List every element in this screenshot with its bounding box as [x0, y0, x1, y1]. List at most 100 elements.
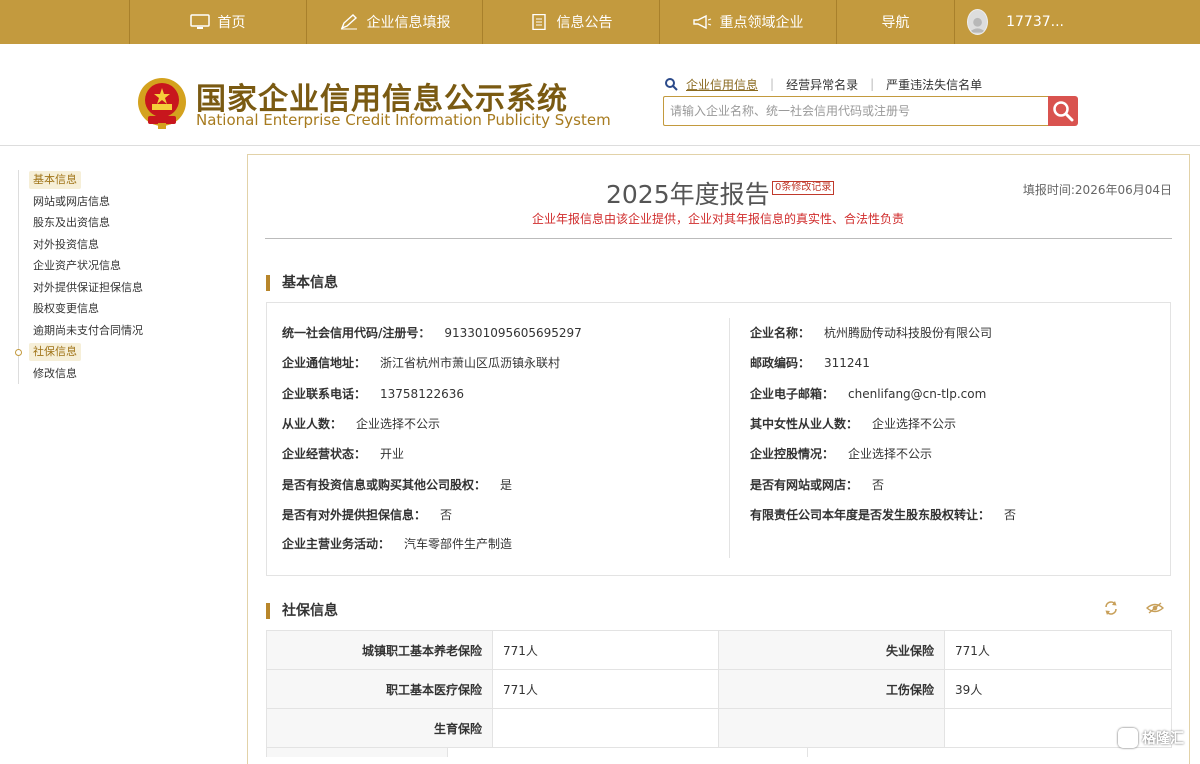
- sidebar-item-modifications[interactable]: 修改信息: [29, 365, 81, 383]
- section-title-social-insurance: 社保信息: [266, 602, 338, 620]
- field-postcode: 邮政编码： 311241: [750, 355, 870, 371]
- filing-time: 填报时间:2026年06月04日: [1022, 183, 1172, 197]
- field-label: 是否有网站或网店：: [750, 478, 859, 492]
- sidebar-item-guarantee[interactable]: 对外提供保证担保信息: [29, 279, 147, 297]
- field-label: 企业主营业务活动：: [282, 537, 391, 551]
- field-value: 杭州腾励传动科技股份有限公司: [824, 326, 993, 340]
- field-address: 企业通信地址： 浙江省杭州市萧山区瓜沥镇永联村: [282, 355, 560, 371]
- field-value: 否: [872, 478, 885, 492]
- top-nav-bar: 首页 企业信息填报 信息公告 重点领域企业 导航 17737...: [0, 0, 1200, 44]
- national-emblem-icon: [136, 76, 188, 130]
- field-has-investment: 是否有投资信息或购买其他公司股权： 是: [282, 477, 512, 493]
- refresh-icon[interactable]: [1100, 598, 1122, 618]
- link-dishonest-list[interactable]: 严重违法失信名单: [886, 76, 982, 93]
- nav-home[interactable]: 首页: [129, 0, 305, 44]
- disclaimer-text: 企业年报信息由该企业提供，企业对其年报信息的真实性、合法性负责: [531, 212, 904, 226]
- sidebar-item-assets[interactable]: 企业资产状况信息: [29, 257, 125, 275]
- sidebar-item-investment[interactable]: 对外投资信息: [29, 236, 103, 254]
- field-female-employees: 其中女性从业人数： 企业选择不公示: [750, 416, 956, 432]
- field-equity-transfer: 有限责任公司本年度是否发生股东股权转让： 否: [750, 507, 1016, 523]
- modify-record-link[interactable]: 0条修改记录: [772, 181, 835, 195]
- field-label: 是否有对外提供担保信息：: [282, 508, 427, 522]
- basic-info-panel: [266, 302, 1171, 576]
- field-main-business: 企业主营业务活动： 汽车零部件生产制造: [282, 536, 512, 552]
- table-cell-value: 39人: [945, 670, 1172, 709]
- field-label: 企业经营状态：: [282, 447, 367, 461]
- nav-guide-label: 导航: [881, 15, 910, 31]
- divider: |: [770, 77, 775, 91]
- nav-notice-label: 信息公告: [556, 15, 613, 31]
- field-value: chenlifang@cn-tlp.com: [848, 387, 987, 401]
- field-label: 其中女性从业人数：: [750, 417, 859, 431]
- site-title-en: National Enterprise Credit Information P…: [196, 111, 611, 129]
- nav-key-enterprise[interactable]: 重点领域企业: [659, 0, 835, 44]
- user-name[interactable]: 17737...: [1006, 14, 1064, 30]
- table-cell-label: 工伤保险: [719, 670, 945, 709]
- divider: [729, 318, 730, 558]
- sidebar-nav: 基本信息 网站或网店信息 股东及出资信息 对外投资信息 企业资产状况信息 对外提…: [15, 170, 168, 384]
- field-label: 有限责任公司本年度是否发生股东股权转让：: [750, 508, 991, 522]
- field-value: 是: [500, 478, 513, 492]
- field-value: 13758122636: [380, 387, 464, 401]
- avatar[interactable]: [967, 9, 989, 35]
- megaphone-icon: [692, 14, 712, 30]
- field-label: 从业人数：: [282, 417, 343, 431]
- section-title-basic-info: 基本信息: [266, 274, 338, 292]
- field-credit-code: 统一社会信用代码/注册号： 913301095605695297: [282, 325, 582, 341]
- sidebar-item-shareholders[interactable]: 股东及出资信息: [29, 214, 114, 232]
- table-cell-label: 职工基本医疗保险: [266, 670, 493, 709]
- field-label: 企业控股情况：: [750, 447, 835, 461]
- field-has-guarantee: 是否有对外提供担保信息： 否: [282, 507, 452, 523]
- field-value: 浙江省杭州市萧山区瓜沥镇永联村: [380, 356, 561, 370]
- field-value: 开业: [380, 447, 405, 461]
- field-value: 企业选择不公示: [356, 417, 441, 431]
- field-value: 否: [440, 508, 453, 522]
- field-value: 311241: [824, 356, 870, 370]
- search-button[interactable]: [1048, 96, 1078, 126]
- nav-notice[interactable]: 信息公告: [482, 0, 658, 44]
- field-holding: 企业控股情况： 企业选择不公示: [750, 446, 932, 462]
- table-cell-value: 771人: [493, 670, 719, 709]
- field-value: 企业选择不公示: [848, 447, 933, 461]
- nav-key-enterprise-label: 重点领域企业: [719, 15, 804, 31]
- table-cell-label: 生育保险: [266, 709, 493, 748]
- field-label: 是否有投资信息或购买其他公司股权：: [282, 478, 487, 492]
- pen-icon: [339, 14, 359, 30]
- field-employees: 从业人数： 企业选择不公示: [282, 416, 440, 432]
- field-company-name: 企业名称： 杭州腾励传动科技股份有限公司: [750, 325, 992, 341]
- sidebar-item-website[interactable]: 网站或网店信息: [29, 193, 114, 211]
- field-value: 汽车零部件生产制造: [404, 537, 513, 551]
- nav-home-label: 首页: [217, 15, 246, 31]
- field-status: 企业经营状态： 开业: [282, 446, 404, 462]
- field-label: 企业名称：: [750, 326, 811, 340]
- sidebar-item-social-insurance[interactable]: 社保信息: [29, 343, 81, 361]
- table-cell-label: 失业保险: [719, 631, 945, 670]
- field-value: 否: [1004, 508, 1017, 522]
- nav-guide[interactable]: 导航: [836, 0, 954, 44]
- sidebar-item-equity-change[interactable]: 股权变更信息: [29, 300, 103, 318]
- visibility-icon[interactable]: [1142, 598, 1168, 618]
- active-dot-icon: [15, 349, 22, 356]
- watermark-text: 格隆汇: [1142, 731, 1184, 747]
- monitor-icon: [189, 14, 210, 30]
- watermark-logo-icon: [1118, 728, 1138, 748]
- nav-fill-report-label: 企业信息填报: [366, 15, 451, 31]
- user-area[interactable]: 17737...: [954, 0, 1064, 44]
- field-value: 企业选择不公示: [872, 417, 957, 431]
- search-small-icon: [665, 78, 678, 91]
- sidebar-item-overdue-contracts[interactable]: 逾期尚未支付合同情况: [29, 322, 147, 340]
- divider: [265, 238, 1172, 239]
- field-value: 913301095605695297: [444, 326, 582, 340]
- field-label: 企业电子邮箱：: [750, 387, 835, 401]
- search-input[interactable]: [663, 96, 1049, 126]
- field-label: 统一社会信用代码/注册号：: [282, 326, 431, 340]
- sidebar-item-basic-info[interactable]: 基本信息: [29, 171, 81, 189]
- search-icon: [1053, 101, 1074, 122]
- table-cell-value: [493, 709, 719, 748]
- nav-fill-report[interactable]: 企业信息填报: [306, 0, 482, 44]
- table-cell-label: [719, 709, 945, 748]
- link-abnormal-list[interactable]: 经营异常名录: [786, 76, 858, 93]
- link-credit-info[interactable]: 企业信用信息: [686, 76, 758, 93]
- table-cell-value: 771人: [493, 631, 719, 670]
- field-label: 邮政编码：: [750, 356, 811, 370]
